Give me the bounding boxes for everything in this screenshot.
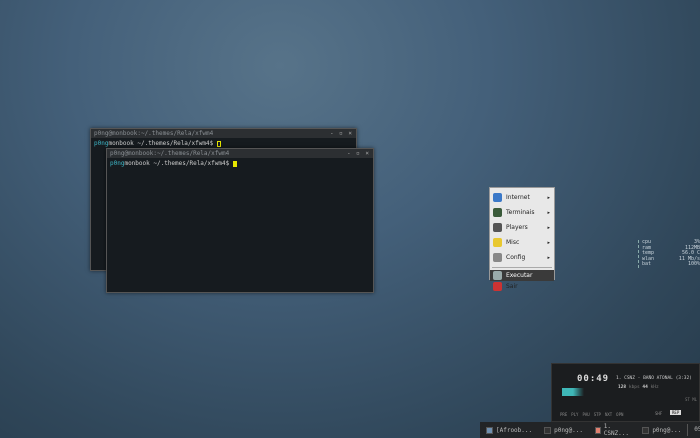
submenu-arrow-icon: ▸ xyxy=(547,209,550,216)
bitrate: 128 kbps 44 kHz xyxy=(618,385,659,390)
taskbar-task[interactable]: p0ng@... xyxy=(538,423,589,437)
khz-unit: kHz xyxy=(650,385,659,390)
divider xyxy=(492,267,552,268)
cursor xyxy=(216,140,221,147)
menu-item-label: Internet xyxy=(506,194,530,201)
visualizer xyxy=(562,388,584,396)
shuffle-button[interactable]: SHF xyxy=(655,411,662,416)
kbps-value: 128 xyxy=(618,385,627,390)
star-icon xyxy=(493,238,502,247)
window-buttons[interactable]: - ▫ × xyxy=(347,149,370,158)
monitor-value: 100% xyxy=(687,261,700,267)
menu-item-config[interactable]: Config ▸ xyxy=(490,250,554,265)
menu-item-internet[interactable]: Internet ▸ xyxy=(490,190,554,205)
window-icon xyxy=(642,426,650,434)
menu-item-players[interactable]: Players ▸ xyxy=(490,220,554,235)
prompt-user: p0ng xyxy=(94,140,109,147)
menu-item-label: Terminais xyxy=(506,209,535,216)
window-title: p0ng@monbook:~/.themes/Rela/xfwm4 xyxy=(110,150,230,157)
prompt-path: monbook ~/.themes/Rela/xfwm4$ xyxy=(108,140,214,147)
globe-icon xyxy=(493,193,502,202)
track-title: 1. CSNZ - BAÑO ATONAL (3:32) xyxy=(616,376,692,381)
cursor xyxy=(232,160,237,167)
media-player: 00:49 1. CSNZ - BAÑO ATONAL (3:32) 128 k… xyxy=(551,363,700,422)
control-stp-button[interactable]: STP xyxy=(594,412,601,417)
menu-item-sair[interactable]: Sair xyxy=(490,281,554,292)
run-icon xyxy=(493,271,502,280)
submenu-arrow-icon: ▸ xyxy=(547,194,550,201)
settings-icon xyxy=(493,253,502,262)
repeat-button[interactable]: REP xyxy=(670,410,682,415)
menu-item-label: Misc xyxy=(506,239,520,246)
control-opn-button[interactable]: OPN xyxy=(616,412,623,417)
exit-icon xyxy=(493,282,502,291)
taskbar-task[interactable]: 1. CSNZ... xyxy=(589,423,636,437)
clock: 05:03 xyxy=(687,424,700,436)
mono-indicator: ML xyxy=(692,397,698,402)
terminal-window-front[interactable]: p0ng@monbook:~/.themes/Rela/xfwm4 - ▫ × p… xyxy=(106,148,374,293)
media-icon xyxy=(595,426,601,434)
media-icon xyxy=(493,223,502,232)
task-label: [Afroob... xyxy=(496,426,533,434)
window-icon xyxy=(544,426,552,434)
taskbar-task[interactable]: [Afroob... xyxy=(480,423,538,437)
task-label: p0ng@... xyxy=(554,426,584,434)
control-pre-button[interactable]: PRE xyxy=(560,412,567,417)
menu-item-terminais[interactable]: Terminais ▸ xyxy=(490,205,554,220)
folder-icon xyxy=(486,426,493,434)
kbps-unit: kbps xyxy=(628,385,640,390)
menu-item-executar[interactable]: Executar xyxy=(490,270,554,281)
taskbar-task[interactable]: p0ng@... xyxy=(636,423,687,437)
title-bar[interactable]: p0ng@monbook:~/.themes/Rela/xfwm4 - ▫ × xyxy=(107,149,373,158)
task-label: p0ng@... xyxy=(652,426,682,434)
menu-item-misc[interactable]: Misc ▸ xyxy=(490,235,554,250)
terminal-icon xyxy=(493,208,502,217)
prompt-path: monbook ~/.themes/Rela/xfwm4$ xyxy=(124,160,230,167)
control-ply-button[interactable]: PLY xyxy=(571,412,578,417)
menu-item-label: Players xyxy=(506,224,528,231)
system-monitor: cpu 3% ram 112MB temp 56.0 Cwlan 11 Mb/s bat 100… xyxy=(638,239,700,268)
menu-item-label: Sair xyxy=(506,283,518,290)
control-pau-button[interactable]: PAU xyxy=(582,412,589,417)
control-nxt-button[interactable]: NXT xyxy=(605,412,612,417)
monitor-label: bat xyxy=(642,261,652,267)
playback-time: 00:49 xyxy=(577,374,610,384)
submenu-arrow-icon: ▸ xyxy=(547,254,550,261)
desktop-menu: Internet ▸ Terminais ▸ Players ▸ Misc ▸ Config ▸ … xyxy=(489,187,555,291)
submenu-arrow-icon: ▸ xyxy=(547,239,550,246)
monitor-row: bat 100% xyxy=(642,261,700,268)
window-title: p0ng@monbook:~/.themes/Rela/xfwm4 xyxy=(94,130,214,137)
stereo-indicator: ST xyxy=(685,397,690,402)
task-label: 1. CSNZ... xyxy=(603,423,630,437)
prompt-user: p0ng xyxy=(110,160,125,167)
menu-item-label: Executar xyxy=(506,272,533,279)
window-buttons[interactable]: - ▫ × xyxy=(330,129,353,138)
menu-item-label: Config xyxy=(506,254,526,261)
submenu-arrow-icon: ▸ xyxy=(547,224,550,231)
prompt-line: p0ngmonbook ~/.themes/Rela/xfwm4$ xyxy=(107,158,373,169)
taskbar: [Afroob... p0ng@... 1. CSNZ... p0ng@... 05:… xyxy=(480,422,700,438)
khz-value: 44 xyxy=(642,385,648,390)
title-bar[interactable]: p0ng@monbook:~/.themes/Rela/xfwm4 - ▫ × xyxy=(91,129,356,138)
